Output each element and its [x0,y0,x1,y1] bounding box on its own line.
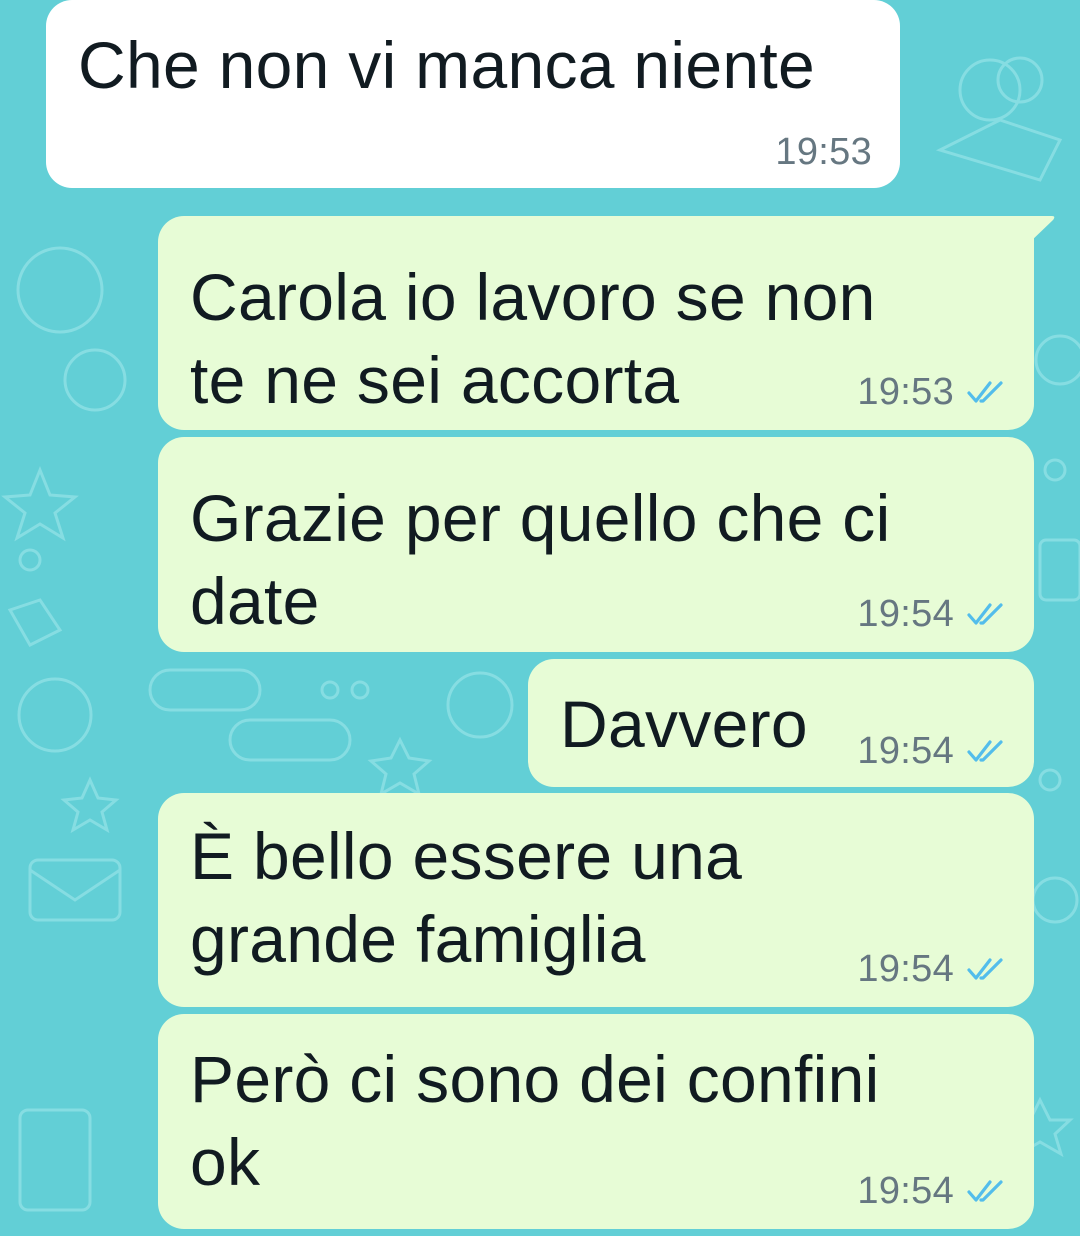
message-timestamp: 19:54 [857,1170,954,1212]
message-text: Davvero [560,687,808,761]
message-timestamp: 19:53 [857,371,954,413]
message-timestamp: 19:54 [857,948,954,990]
message-text: Che non vi manca niente [78,28,816,102]
message-text: È bello essere una grande famiglia [190,819,743,976]
message-text: Però ci sono dei confini ok [190,1042,880,1199]
message-meta: 19:54 [857,594,1006,634]
message-text: Carola io lavoro se non te ne sei accort… [190,260,876,417]
compass-doodle-icon [17,677,93,753]
outgoing-message-bubble[interactable]: È bello essere una grande famiglia 19:54 [158,793,1034,1007]
envelope-doodle-icon [28,858,122,922]
milk-carton-doodle-icon [18,1108,92,1212]
outgoing-message-bubble[interactable]: Davvero 19:54 [528,659,1034,787]
outgoing-message-bubble[interactable]: Carola io lavoro se non te ne sei accort… [158,216,1055,430]
incoming-message-bubble[interactable]: Che non vi manca niente 19:53 [46,0,900,188]
double-check-read-icon [967,958,1003,980]
message-meta: 19:53 [857,372,1006,412]
bubble-tail-icon [1028,216,1055,244]
plane-doodle-icon [935,118,1063,182]
double-check-read-icon [967,603,1003,625]
message-meta: 19:54 [857,731,1006,771]
message-meta: 19:54 [857,949,1006,989]
message-timestamp: 19:53 [775,131,872,173]
star-doodle-icon [1,465,79,542]
message-text: Grazie per quello che ci date [190,481,891,638]
message-timestamp: 19:54 [857,593,954,635]
outgoing-message-bubble[interactable]: Grazie per quello che ci date 19:54 [158,437,1034,652]
double-check-read-icon [967,740,1003,762]
message-timestamp: 19:54 [857,730,954,772]
double-check-read-icon [967,381,1003,403]
message-meta: 19:53 [775,132,872,172]
cloud-doodle-icon [958,58,1022,122]
message-meta: 19:54 [857,1171,1006,1211]
clock-doodle-icon [16,246,104,334]
alarm-clock-doodle-icon [446,671,514,739]
outgoing-message-bubble[interactable]: Però ci sono dei confini ok 19:54 [158,1014,1034,1229]
double-check-read-icon [967,1180,1003,1202]
chat-bubble-doodle-icon [228,718,352,762]
